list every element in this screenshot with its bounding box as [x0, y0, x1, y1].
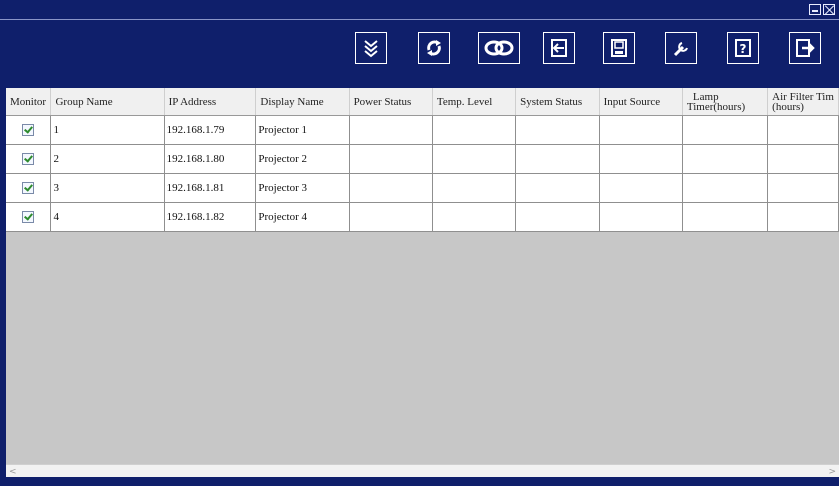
- group-cell[interactable]: 3: [50, 173, 165, 203]
- group-cell[interactable]: 1: [50, 115, 165, 145]
- input-source-cell: [599, 202, 683, 232]
- temp-level-cell: [432, 144, 517, 174]
- title-bar: [0, 0, 839, 20]
- help-icon: ?: [735, 39, 751, 57]
- filter-header-line1: Air Filter Tim: [772, 90, 834, 103]
- input-source-cell: [599, 115, 683, 145]
- air-filter-cell: [767, 144, 839, 174]
- col-header-group-name[interactable]: Group Name: [50, 88, 165, 116]
- col-header-display-name[interactable]: Display Name: [255, 88, 350, 116]
- display-name-cell[interactable]: Projector 4: [255, 202, 350, 232]
- expand-down-button[interactable]: [355, 32, 387, 64]
- col-header-system-status[interactable]: System Status: [515, 88, 600, 116]
- ip-cell[interactable]: 192.168.1.82: [164, 202, 257, 232]
- table-header-row: Monitor Group Name IP Address Display Na…: [6, 88, 839, 116]
- system-status-cell: [515, 115, 600, 145]
- lamp-timer-cell: [682, 115, 769, 145]
- scroll-left-arrow[interactable]: <: [9, 467, 17, 477]
- temp-level-cell: [432, 115, 517, 145]
- import-button[interactable]: [543, 32, 575, 64]
- input-source-cell: [599, 144, 683, 174]
- exit-button[interactable]: [789, 32, 821, 64]
- col-header-temp-level[interactable]: Temp. Level: [432, 88, 517, 116]
- group-cell[interactable]: 4: [50, 202, 165, 232]
- wrench-icon: [673, 42, 688, 57]
- bottom-frame: [0, 477, 839, 486]
- monitor-cell[interactable]: [6, 115, 52, 145]
- system-status-cell: [515, 144, 600, 174]
- system-status-cell: [515, 173, 600, 203]
- col-header-ip-address[interactable]: IP Address: [164, 88, 257, 116]
- help-glyph: ?: [740, 42, 747, 56]
- projector-grid: Monitor Group Name IP Address Display Na…: [6, 88, 839, 464]
- power-status-cell: [349, 115, 433, 145]
- lamp-timer-cell: [682, 144, 769, 174]
- display-name-cell[interactable]: Projector 1: [255, 115, 350, 145]
- air-filter-cell: [767, 115, 839, 145]
- col-header-input-source[interactable]: Input Source: [599, 88, 683, 116]
- group-cell[interactable]: 2: [50, 144, 165, 174]
- exit-icon: [796, 39, 815, 57]
- power-status-cell: [349, 144, 433, 174]
- filter-header-line2: (hours): [772, 100, 804, 113]
- table-row[interactable]: 4 192.168.1.82 Projector 4: [6, 202, 839, 232]
- col-header-monitor[interactable]: Monitor: [6, 88, 52, 116]
- system-status-cell: [515, 202, 600, 232]
- lamp-header-line1: Lamp: [692, 90, 719, 103]
- projector-table: Monitor Group Name IP Address Display Na…: [6, 88, 839, 232]
- air-filter-cell: [767, 173, 839, 203]
- col-header-power-status[interactable]: Power Status: [349, 88, 433, 116]
- power-status-cell: [349, 202, 433, 232]
- monitor-checkbox[interactable]: [22, 182, 35, 195]
- power-status-cell: [349, 173, 433, 203]
- table-row[interactable]: 2 192.168.1.80 Projector 2: [6, 144, 839, 174]
- lamp-timer-cell: [682, 202, 769, 232]
- close-icon[interactable]: [823, 4, 835, 15]
- monitor-checkbox[interactable]: [22, 153, 35, 166]
- lamp-header-line2: Timer(hours): [686, 100, 746, 113]
- save-button[interactable]: [603, 32, 635, 64]
- input-source-cell: [599, 173, 683, 203]
- monitor-cell[interactable]: [6, 202, 52, 232]
- scroll-right-arrow[interactable]: >: [828, 467, 836, 477]
- connect-button[interactable]: [478, 32, 520, 64]
- table-row[interactable]: 1 192.168.1.79 Projector 1: [6, 115, 839, 145]
- refresh-button[interactable]: [418, 32, 450, 64]
- toolbar: ?: [0, 20, 839, 88]
- ip-cell[interactable]: 192.168.1.80: [164, 144, 257, 174]
- horizontal-scrollbar[interactable]: < >: [6, 464, 839, 477]
- display-name-cell[interactable]: Projector 2: [255, 144, 350, 174]
- import-icon: [551, 39, 567, 57]
- refresh-icon: [427, 40, 441, 56]
- table-row[interactable]: 3 192.168.1.81 Projector 3: [6, 173, 839, 203]
- application-window: ? Monitor Group Name IP Address Display …: [0, 0, 839, 486]
- air-filter-cell: [767, 202, 839, 232]
- double-chevron-down-icon: [364, 40, 378, 58]
- display-name-cell[interactable]: Projector 3: [255, 173, 350, 203]
- minimize-icon[interactable]: [809, 4, 821, 15]
- monitor-cell[interactable]: [6, 173, 52, 203]
- lamp-timer-cell: [682, 173, 769, 203]
- temp-level-cell: [432, 202, 517, 232]
- col-header-air-filter-timer[interactable]: Air Filter Tim (hours): [767, 88, 839, 116]
- monitor-cell[interactable]: [6, 144, 52, 174]
- ip-cell[interactable]: 192.168.1.79: [164, 115, 257, 145]
- ip-cell[interactable]: 192.168.1.81: [164, 173, 257, 203]
- floppy-disk-icon: [611, 39, 627, 57]
- col-header-lamp-timer[interactable]: Lamp Timer(hours): [682, 88, 769, 116]
- settings-button[interactable]: [665, 32, 697, 64]
- link-icon: [484, 40, 514, 56]
- monitor-checkbox[interactable]: [22, 124, 35, 137]
- temp-level-cell: [432, 173, 517, 203]
- monitor-checkbox[interactable]: [22, 211, 35, 224]
- help-button[interactable]: ?: [727, 32, 759, 64]
